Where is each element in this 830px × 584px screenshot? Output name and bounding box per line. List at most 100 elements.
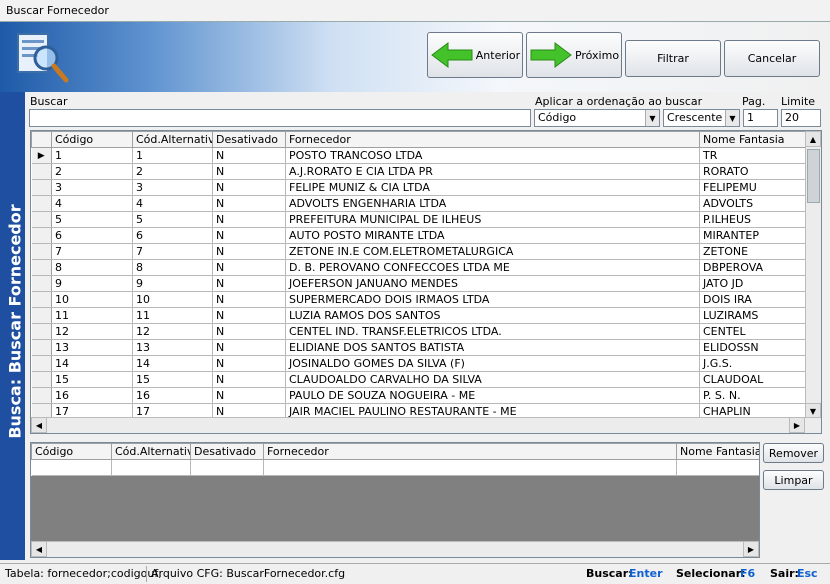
table-cell[interactable]: JOEFERSON JANUANO MENDES (285, 275, 700, 292)
scroll-left-icon[interactable]: ◀ (31, 541, 47, 557)
column-header-nome-fantasia[interactable]: Nome Fantasia (699, 131, 808, 148)
table-cell[interactable]: 12 (132, 323, 213, 340)
table-cell[interactable]: PAULO DE SOUZA NOGUEIRA - ME (285, 387, 700, 404)
table-cell[interactable]: PREFEITURA MUNICIPAL DE ILHEUS (285, 211, 700, 228)
table-cell[interactable]: ZETONE IN.E COM.ELETROMETALURGICA (285, 243, 700, 260)
column-header-cod-alternativo[interactable]: Cód.Alternativo (132, 131, 213, 148)
table-cell[interactable]: 8 (51, 259, 133, 276)
column-header-codigo[interactable]: Código (51, 131, 133, 148)
table-cell[interactable]: N (212, 307, 286, 324)
row-indicator[interactable] (31, 179, 52, 196)
table-row[interactable]: 4 4 N ADVOLTS ENGENHARIA LTDA ADVOLTS (31, 195, 808, 212)
table-cell[interactable]: 9 (132, 275, 213, 292)
table-cell[interactable]: 15 (132, 371, 213, 388)
pag-input[interactable]: 1 (743, 109, 778, 127)
table-cell[interactable]: 2 (132, 163, 213, 180)
current-row-arrow-icon[interactable]: ▶ (31, 147, 52, 164)
row-indicator[interactable] (31, 371, 52, 388)
selected-column-cod-alternativo[interactable]: Cód.Alternativo (111, 443, 191, 460)
table-cell[interactable]: 5 (51, 211, 133, 228)
table-cell[interactable]: 3 (132, 179, 213, 196)
table-cell[interactable]: P. S. N. (699, 387, 808, 404)
table-cell[interactable]: N (212, 227, 286, 244)
table-cell[interactable]: RORATO (699, 163, 808, 180)
table-cell[interactable]: CENTEL (699, 323, 808, 340)
table-cell[interactable]: 4 (132, 195, 213, 212)
table-cell[interactable]: 13 (51, 339, 133, 356)
table-cell[interactable]: 11 (132, 307, 213, 324)
table-cell[interactable]: J.G.S. (699, 355, 808, 372)
selected-horizontal-scrollbar[interactable]: ◀ ▶ (31, 541, 759, 557)
table-cell[interactable]: 3 (51, 179, 133, 196)
table-cell[interactable]: ELIDOSSN (699, 339, 808, 356)
table-cell[interactable]: 6 (51, 227, 133, 244)
row-indicator[interactable] (31, 243, 52, 260)
table-cell[interactable]: CLAUDOAL (699, 371, 808, 388)
table-row[interactable]: ▶ 1 1 N POSTO TRANCOSO LTDA TR (31, 147, 808, 164)
row-indicator[interactable] (31, 227, 52, 244)
filtrar-button[interactable]: Filtrar (625, 40, 721, 77)
table-cell[interactable]: 9 (51, 275, 133, 292)
table-row[interactable]: 12 12 N CENTEL IND. TRANSF.ELETRICOS LTDA. C… (31, 323, 808, 340)
table-row[interactable]: 2 2 N A.J.RORATO E CIA LTDA PR RORATO (31, 163, 808, 180)
table-cell[interactable]: N (212, 323, 286, 340)
table-cell[interactable]: SUPERMERCADO DOIS IRMAOS LTDA (285, 291, 700, 308)
table-cell[interactable]: N (212, 291, 286, 308)
table-cell[interactable]: 11 (51, 307, 133, 324)
table-cell[interactable]: ELIDIANE DOS SANTOS BATISTA (285, 339, 700, 356)
table-row[interactable]: 6 6 N AUTO POSTO MIRANTE LTDA MIRANTEP (31, 227, 808, 244)
row-indicator[interactable] (31, 259, 52, 276)
table-cell[interactable]: N (212, 339, 286, 356)
table-cell[interactable]: 6 (132, 227, 213, 244)
row-indicator[interactable] (31, 339, 52, 356)
table-cell[interactable]: ZETONE (699, 243, 808, 260)
selected-empty-row[interactable] (31, 459, 759, 476)
table-row[interactable]: 7 7 N ZETONE IN.E COM.ELETROMETALURGICA ZETO… (31, 243, 808, 260)
remover-button[interactable]: Remover (763, 443, 824, 463)
table-cell[interactable]: D. B. PEROVANO CONFECCOES LTDA ME (285, 259, 700, 276)
table-row[interactable]: 14 14 N JOSINALDO GOMES DA SILVA (F) J.G.S. (31, 355, 808, 372)
table-cell[interactable]: DOIS IRA (699, 291, 808, 308)
table-cell[interactable]: JATO JD (699, 275, 808, 292)
grid-horizontal-scrollbar[interactable]: ◀ ▶ (31, 417, 821, 433)
table-cell[interactable]: N (212, 179, 286, 196)
scroll-right-icon[interactable]: ▶ (743, 541, 759, 557)
table-cell[interactable]: TR (699, 147, 808, 164)
table-row[interactable]: 9 9 N JOEFERSON JANUANO MENDES JATO JD (31, 275, 808, 292)
table-row[interactable]: 3 3 N FELIPE MUNIZ & CIA LTDA FELIPEMU (31, 179, 808, 196)
row-indicator[interactable] (31, 163, 52, 180)
row-indicator[interactable] (31, 195, 52, 212)
scroll-left-icon[interactable]: ◀ (31, 417, 47, 433)
table-cell[interactable]: P.ILHEUS (699, 211, 808, 228)
table-row[interactable]: 13 13 N ELIDIANE DOS SANTOS BATISTA ELIDOSSN (31, 339, 808, 356)
chevron-down-icon[interactable]: ▼ (725, 110, 739, 126)
row-indicator[interactable] (31, 307, 52, 324)
table-cell[interactable]: N (212, 195, 286, 212)
table-cell[interactable]: N (212, 355, 286, 372)
selected-column-codigo[interactable]: Código (31, 443, 112, 460)
table-cell[interactable]: N (212, 211, 286, 228)
cancelar-button[interactable]: Cancelar (724, 40, 820, 77)
row-indicator[interactable] (31, 323, 52, 340)
table-row[interactable]: 10 10 N SUPERMERCADO DOIS IRMAOS LTDA DOIS I… (31, 291, 808, 308)
table-cell[interactable]: 14 (51, 355, 133, 372)
limpar-button[interactable]: Limpar (763, 470, 824, 490)
proximo-button[interactable]: Próximo (526, 32, 622, 78)
grid-vertical-scrollbar[interactable]: ▲ ▼ (805, 131, 821, 419)
selected-column-fornecedor[interactable]: Fornecedor (263, 443, 677, 460)
row-indicator[interactable] (31, 387, 52, 404)
table-row[interactable]: 11 11 N LUZIA RAMOS DOS SANTOS LUZIRAMS (31, 307, 808, 324)
row-indicator[interactable] (31, 211, 52, 228)
table-cell[interactable]: 2 (51, 163, 133, 180)
table-cell[interactable]: N (212, 387, 286, 404)
table-cell[interactable]: FELIPE MUNIZ & CIA LTDA (285, 179, 700, 196)
table-cell[interactable]: N (212, 371, 286, 388)
table-cell[interactable]: 1 (132, 147, 213, 164)
table-cell[interactable]: 10 (132, 291, 213, 308)
table-cell[interactable]: 16 (51, 387, 133, 404)
table-cell[interactable]: 10 (51, 291, 133, 308)
table-cell[interactable]: MIRANTEP (699, 227, 808, 244)
limite-input[interactable]: 20 (781, 109, 821, 127)
table-cell[interactable]: ADVOLTS (699, 195, 808, 212)
table-cell[interactable]: CLAUDOALDO CARVALHO DA SILVA (285, 371, 700, 388)
